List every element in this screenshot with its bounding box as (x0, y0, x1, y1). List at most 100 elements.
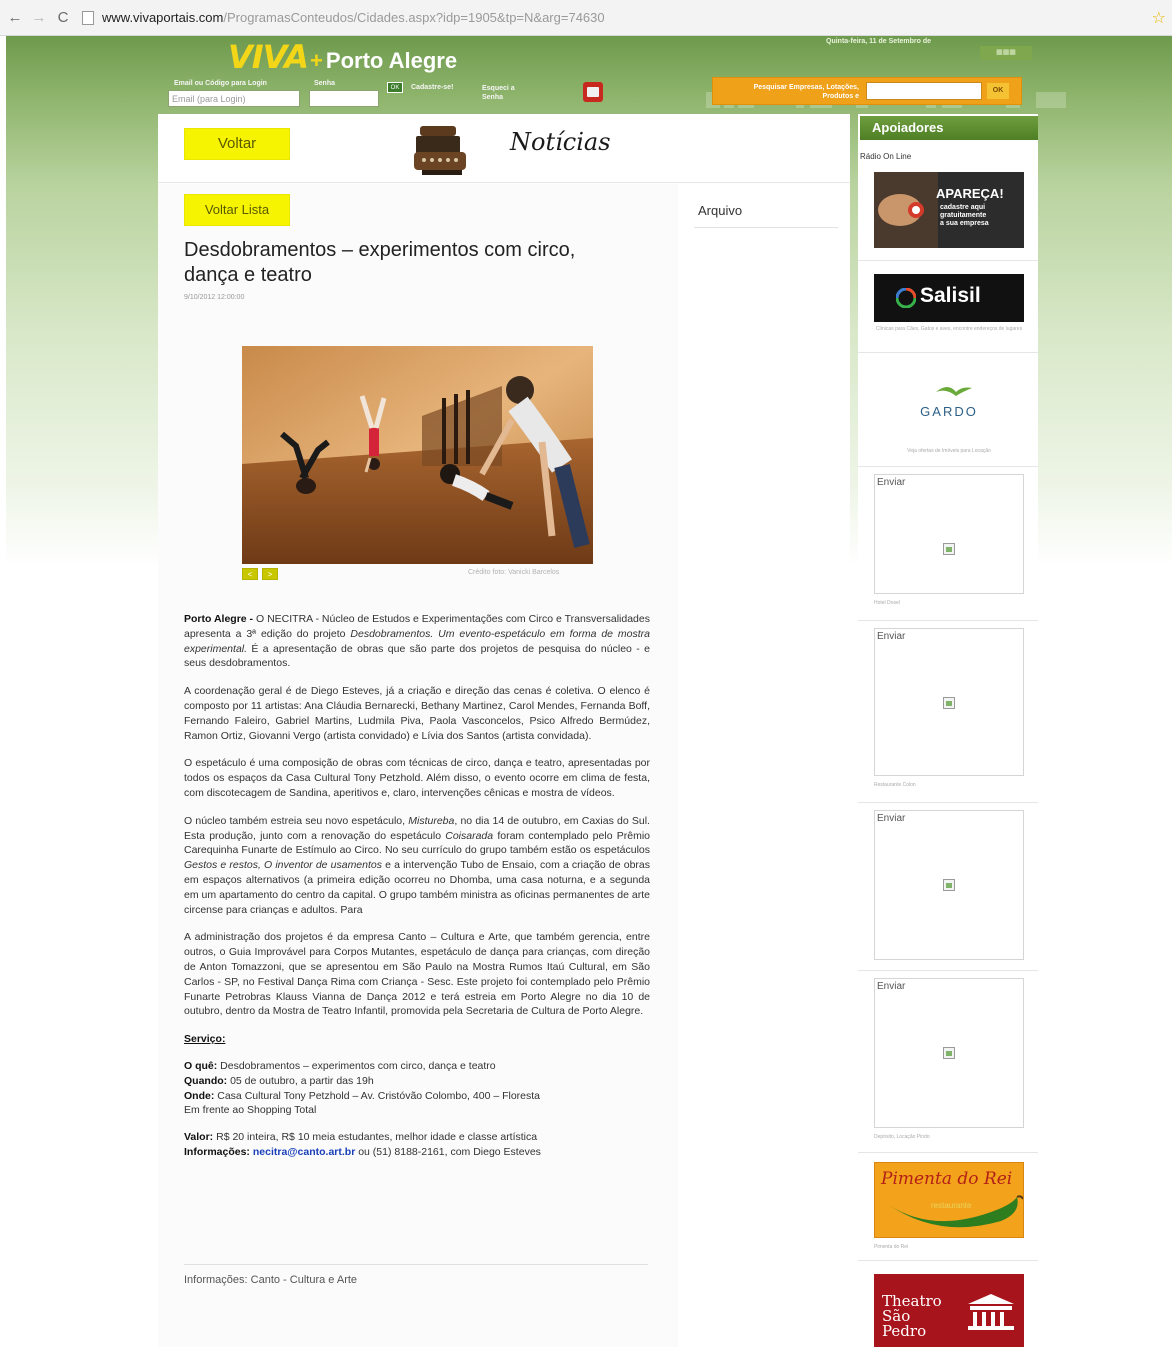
back-arrow-icon[interactable]: ← (6, 9, 24, 27)
service-when: Quando: 05 de outubro, a partir das 19h (184, 1074, 650, 1089)
photo-next-button[interactable]: > (262, 568, 278, 580)
ad1-line: a sua empresa (940, 220, 989, 227)
archive-divider (694, 227, 838, 228)
logo-city: Porto Alegre (325, 48, 458, 73)
paragraph-5: A administração dos projetos é da empres… (184, 931, 650, 1018)
sidebar-divider (858, 620, 1038, 621)
logo-plus: + (310, 48, 323, 73)
paragraph-1: Porto Alegre - O NECITRA - Núcleo de Est… (184, 612, 650, 671)
typewriter-icon (414, 126, 466, 175)
service-label: Quando: (184, 1074, 228, 1087)
password-label: Senha (314, 80, 336, 87)
back-list-button[interactable]: Voltar Lista (184, 194, 290, 226)
ad-salisil[interactable]: Salisil (874, 274, 1024, 322)
service-label: Onde: (184, 1089, 215, 1102)
back-button[interactable]: Voltar (184, 128, 290, 160)
radio-online-link[interactable]: Rádio On Line (860, 152, 911, 161)
photo-credit: Crédito foto: Vanicki Barcelos (468, 569, 560, 576)
enviar-box-2[interactable]: Enviar (874, 628, 1024, 776)
enviar-label: Enviar (877, 631, 906, 642)
search-ok-button[interactable]: OK (987, 83, 1009, 99)
paragraph-emphasis: Mistureba (408, 814, 455, 827)
site-logo[interactable]: VIVA + Porto Alegre (228, 38, 457, 76)
service-value: 05 de outubro, a partir das 19h (227, 1074, 374, 1087)
bookmark-star-icon[interactable]: ☆ (1152, 8, 1166, 28)
service-where-ref: Em frente ao Shopping Total (184, 1104, 317, 1117)
paragraph-2: A coordenação geral é de Diego Esteves, … (184, 685, 650, 742)
ad1-text: cadastre aqui gratuitamente a sua empres… (940, 204, 989, 228)
paragraph-text: É a apresentação de obras que são parte … (184, 642, 650, 670)
service-label: O quê: (184, 1059, 218, 1072)
service-label: Informações: (184, 1145, 250, 1158)
sidebar-divider (858, 802, 1038, 803)
paragraph-3: O espetáculo é uma composição de obras c… (184, 757, 650, 799)
service-value: ou (51) 8188-2161, com Diego Esteves (355, 1145, 541, 1158)
broken-image-icon (943, 879, 955, 891)
page-icon (82, 10, 94, 25)
enviar-caption-2: Restaurante Colon (874, 782, 916, 788)
service-where: Onde: Casa Cultural Tony Petzhold – Av. … (184, 1089, 650, 1104)
url-host: www.vivaportais.com (102, 10, 224, 25)
ad1-line: gratuitamente (940, 212, 987, 219)
sponsors-sidebar: Apoiadores Rádio On Line APAREÇA! cadast… (858, 114, 1038, 1347)
password-input[interactable] (309, 90, 379, 107)
login-ok-button[interactable]: OK (387, 82, 403, 93)
sidebar-divider (858, 466, 1038, 467)
paragraph-text: O núcleo também estreia seu novo espetác… (184, 814, 409, 827)
enviar-label: Enviar (877, 477, 906, 488)
service-value: Desdobramentos – experimentos com circo,… (217, 1059, 496, 1072)
enviar-box-4[interactable]: Enviar (874, 978, 1024, 1128)
ad1-line: cadastre aqui (940, 204, 986, 211)
broken-image-icon (943, 543, 955, 555)
theatre-building-icon (968, 1294, 1014, 1330)
ad-gardo[interactable]: GARDO (874, 376, 1024, 440)
article-photo (242, 346, 593, 564)
ad5-brand: Theatro São Pedro (882, 1292, 942, 1340)
enviar-box-1[interactable]: Enviar (874, 474, 1024, 594)
article-source: Informações: Canto - Cultura e Arte (184, 1274, 358, 1286)
logo-viva: VIVA (228, 38, 309, 76)
forgot-password-link[interactable]: Esqueci a Senha (482, 84, 530, 102)
youtube-icon[interactable] (583, 82, 603, 102)
article-title: Desdobramentos – experimentos com circo,… (184, 239, 576, 286)
hand-icon (874, 172, 938, 248)
enviar-box-3[interactable]: Enviar (874, 810, 1024, 960)
contact-email-link[interactable]: necitra@canto.art.br (250, 1146, 355, 1158)
enviar-caption-1: Hotel Dosel (874, 600, 900, 606)
main-panel: Voltar Notícias Voltar Lista Desdobramen… (158, 114, 850, 1347)
broken-image-icon (943, 697, 955, 709)
ad1-title: APAREÇA! (936, 186, 1004, 201)
register-link[interactable]: Cadastre-se! (411, 84, 453, 91)
article-body: Porto Alegre - O NECITRA - Núcleo de Est… (184, 612, 650, 1160)
service-price: Valor: R$ 20 inteira, R$ 10 meia estudan… (184, 1130, 650, 1145)
sidebar-header: Apoiadores (860, 116, 1038, 140)
ad-theatro-sao-pedro[interactable]: Theatro São Pedro (874, 1274, 1024, 1347)
sidebar-divider (858, 1152, 1038, 1153)
photo-prev-button[interactable]: < (242, 568, 258, 580)
article-date: 9/10/2012 12:00:00 (184, 294, 245, 301)
paragraph-emphasis: Gestos e restos, O inventor de usamentos (184, 859, 382, 872)
paragraph-emphasis: Coisarada (445, 829, 494, 842)
ad-apareca[interactable]: APAREÇA! cadastre aqui gratuitamente a s… (874, 172, 1024, 248)
ad4-caption: Pimenta do Rei (874, 1244, 909, 1250)
archive-link[interactable]: Arquivo (698, 203, 742, 218)
sidebar-divider (858, 260, 1038, 261)
ad4-sub: restaurante (931, 1201, 972, 1210)
search-input[interactable] (866, 82, 982, 100)
service-what: O quê: Desdobramentos – experimentos com… (184, 1059, 650, 1074)
service-label: Valor: (184, 1131, 214, 1144)
enviar-caption-4: Depósito, Locação Pindo (874, 1134, 930, 1140)
header-divider (158, 182, 850, 183)
address-bar[interactable]: www.vivaportais.com/ProgramasConteudos/C… (102, 10, 605, 25)
email-input[interactable]: Email (para Login) (168, 90, 300, 107)
section-title: Notícias (510, 128, 611, 156)
forward-arrow-icon[interactable]: → (30, 9, 48, 27)
reload-icon[interactable]: C (54, 9, 72, 27)
footer-divider (184, 1264, 648, 1265)
search-panel: Pesquisar Empresas, Lotações, Produtos e… (712, 77, 1022, 105)
service-value: Casa Cultural Tony Petzhold – Av. Cristó… (214, 1089, 541, 1102)
ad2-caption: Clínicas para Cães, Gatos e aves, encont… (875, 326, 1023, 332)
sidebar-divider (858, 970, 1038, 971)
ad-pimenta-do-rei[interactable]: Pimenta do Rei restaurante (874, 1162, 1024, 1238)
ad4-brand: Pimenta do Rei (881, 1169, 1013, 1189)
